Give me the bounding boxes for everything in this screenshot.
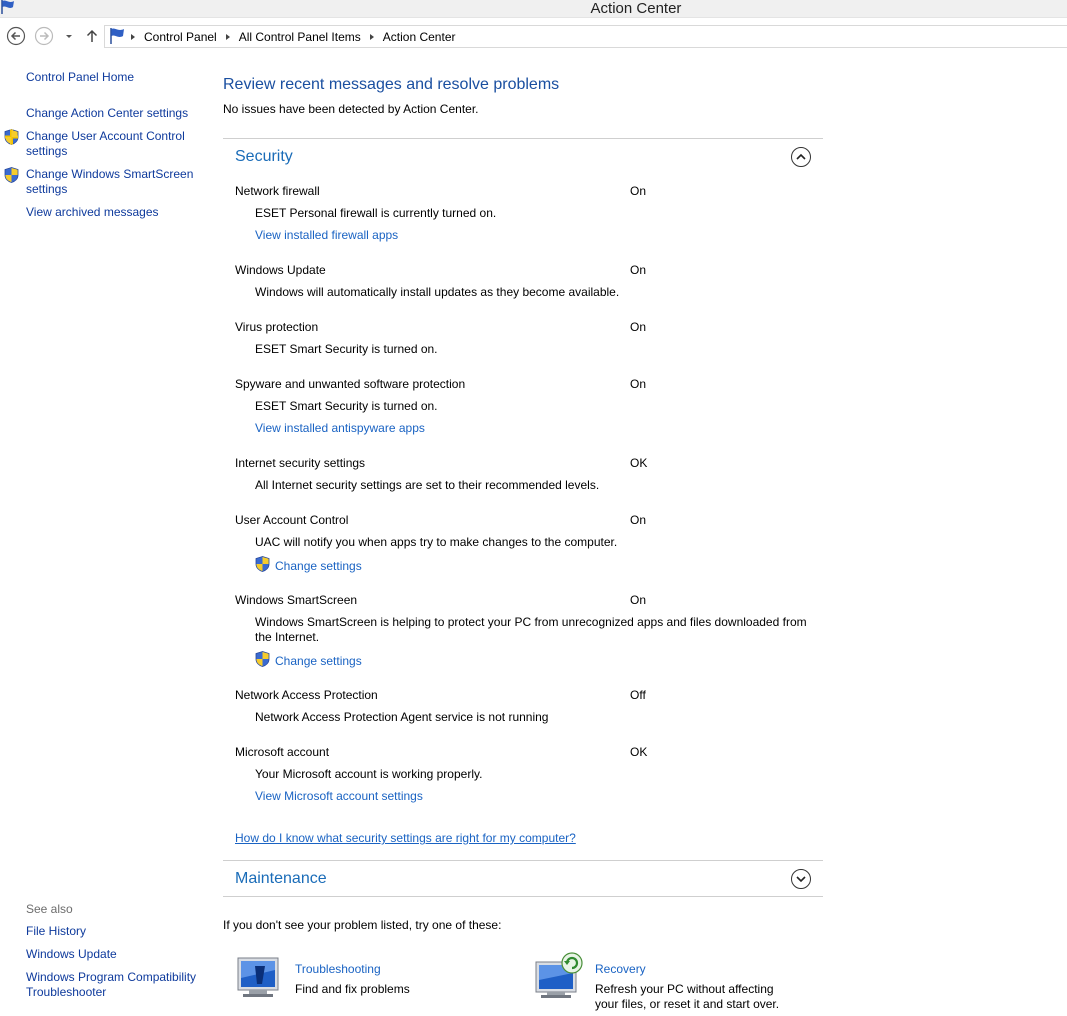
- file-history-link[interactable]: File History: [26, 924, 201, 939]
- recovery-link[interactable]: Recovery: [595, 962, 646, 976]
- view-installed-antispyware-apps-link[interactable]: View installed antispyware apps: [255, 421, 425, 435]
- uac-shield-icon: [255, 556, 270, 575]
- recovery-description: Refresh your PC without affecting your f…: [595, 982, 780, 1011]
- security-item-name: Network Access Protection: [235, 688, 378, 702]
- page-title: Review recent messages and resolve probl…: [223, 76, 560, 93]
- back-arrow-icon: [6, 26, 26, 46]
- windows-update-link[interactable]: Windows Update: [26, 947, 201, 962]
- recent-locations-button[interactable]: [62, 26, 76, 46]
- security-item-name: Network firewall: [235, 184, 320, 198]
- security-item-description: Network Access Protection Agent service …: [255, 710, 549, 724]
- page-subtitle: No issues have been detected by Action C…: [223, 102, 479, 116]
- uac-shield-icon: [4, 129, 19, 148]
- security-item-status: OK: [630, 745, 648, 759]
- security-item-status: On: [630, 593, 647, 607]
- change-settings-label: Change settings: [275, 558, 362, 573]
- security-item-name: Windows SmartScreen: [235, 593, 358, 607]
- maintenance-section-title[interactable]: Maintenance: [235, 870, 327, 888]
- uac-change-settings-link[interactable]: Change settings: [255, 556, 362, 575]
- security-item-description: Your Microsoft account is working proper…: [255, 767, 483, 781]
- security-item-description: ESET Smart Security is turned on.: [255, 399, 438, 413]
- chevron-down-icon: [66, 35, 72, 38]
- breadcrumb-control-panel[interactable]: Control Panel: [144, 30, 217, 44]
- see-also-heading: See also: [26, 902, 73, 916]
- security-item-description: UAC will notify you when apps try to mak…: [255, 535, 618, 549]
- view-installed-firewall-apps-link[interactable]: View installed firewall apps: [255, 228, 398, 242]
- divider: [223, 138, 823, 139]
- uac-shield-icon: [4, 167, 19, 186]
- navigation-bar: Control Panel All Control Panel Items Ac…: [0, 18, 1067, 52]
- uac-shield-icon: [255, 651, 270, 670]
- try-these-text: If you don't see your problem listed, tr…: [223, 918, 502, 932]
- security-item-status: Off: [630, 688, 646, 702]
- breadcrumb-separator-icon[interactable]: [225, 33, 230, 40]
- chevron-down-icon: [796, 876, 806, 883]
- breadcrumb-separator-icon[interactable]: [369, 33, 374, 40]
- security-item-status: OK: [630, 456, 648, 470]
- security-item-description: Windows will automatically install updat…: [255, 285, 620, 299]
- change-settings-label: Change settings: [275, 653, 362, 668]
- security-item-description: ESET Smart Security is turned on.: [255, 342, 438, 356]
- view-archived-messages-link[interactable]: View archived messages: [26, 205, 201, 220]
- security-item-status: On: [630, 513, 647, 527]
- troubleshooting-link[interactable]: Troubleshooting: [295, 962, 381, 976]
- breadcrumb-action-center[interactable]: Action Center: [383, 30, 456, 44]
- security-help-link[interactable]: How do I know what security settings are…: [235, 831, 576, 845]
- security-item-name: Windows Update: [235, 263, 326, 277]
- security-item-name: Virus protection: [235, 320, 319, 334]
- chevron-up-icon: [796, 153, 806, 160]
- troubleshooting-description: Find and fix problems: [295, 982, 410, 996]
- change-action-center-settings-link[interactable]: Change Action Center settings: [26, 106, 201, 121]
- left-pane: Control Panel Home Change Action Center …: [0, 52, 210, 1016]
- action-center-flag-icon: [108, 27, 126, 48]
- divider: [223, 896, 823, 897]
- breadcrumb: Control Panel All Control Panel Items Ac…: [131, 26, 464, 47]
- back-button[interactable]: [6, 26, 26, 46]
- change-smartscreen-settings-link[interactable]: Change Windows SmartScreen settings: [26, 167, 201, 197]
- security-item-status: On: [630, 377, 647, 391]
- compatibility-troubleshooter-link[interactable]: Windows Program Compatibility Troublesho…: [26, 970, 201, 1000]
- control-panel-home-link[interactable]: Control Panel Home: [26, 70, 201, 85]
- security-collapse-button[interactable]: [791, 147, 811, 167]
- forward-arrow-icon: [34, 26, 54, 46]
- security-item-name: Microsoft account: [235, 745, 330, 759]
- divider: [223, 860, 823, 861]
- breadcrumb-all-control-panel-items[interactable]: All Control Panel Items: [239, 30, 361, 44]
- security-item-status: On: [630, 263, 647, 277]
- security-item-description: Windows SmartScreen is helping to protec…: [255, 615, 807, 644]
- security-item-name: User Account Control: [235, 513, 349, 527]
- troubleshooting-icon[interactable]: [235, 956, 283, 1003]
- security-section-title[interactable]: Security: [235, 148, 293, 166]
- security-item-status: On: [630, 320, 647, 334]
- forward-button[interactable]: [34, 26, 54, 46]
- security-item-name: Internet security settings: [235, 456, 366, 470]
- title-bar: Action Center: [0, 0, 1067, 18]
- up-arrow-icon: [86, 29, 98, 42]
- maintenance-expand-button[interactable]: [791, 869, 811, 889]
- security-item-description: All Internet security settings are set t…: [255, 478, 600, 492]
- address-bar[interactable]: Control Panel All Control Panel Items Ac…: [104, 25, 1067, 48]
- security-item-description: ESET Personal firewall is currently turn…: [255, 206, 497, 220]
- window-title: Action Center: [590, 0, 682, 17]
- smartscreen-change-settings-link[interactable]: Change settings: [255, 651, 362, 670]
- security-item-name: Spyware and unwanted software protection: [235, 377, 466, 391]
- view-microsoft-account-settings-link[interactable]: View Microsoft account settings: [255, 789, 423, 803]
- security-item-status: On: [630, 184, 647, 198]
- change-uac-settings-link[interactable]: Change User Account Control settings: [26, 129, 201, 159]
- recovery-icon[interactable]: [534, 952, 586, 1003]
- up-button[interactable]: [84, 26, 104, 46]
- breadcrumb-separator-icon[interactable]: [131, 33, 135, 40]
